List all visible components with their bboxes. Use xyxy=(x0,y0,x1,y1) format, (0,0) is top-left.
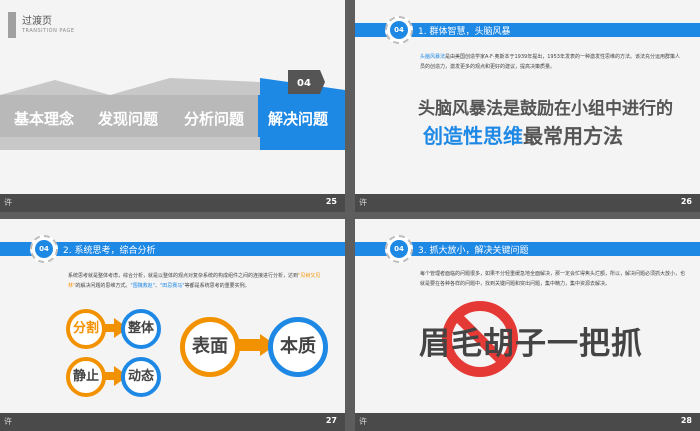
slide-28[interactable]: 3. 抓大放小，解决关键问题 04 每个管理者面临的问题很多，如果不分轻重缓急地… xyxy=(355,219,700,431)
label-solve-problem: 解决问题 xyxy=(268,110,329,128)
slide-27[interactable]: 2. 系统思考，综合分析 04 系统思考就是整体考虑，综合分析，就是以整体的观点… xyxy=(0,219,345,431)
big-slogan: 眉毛胡子一把抓 xyxy=(419,326,643,362)
footer-label: 许 xyxy=(359,198,367,207)
headline-dark: 最常用方法 xyxy=(523,124,623,148)
intro-paragraph: 系统思考就是整体考虑，综合分析，就是以整体的观点对复杂系统的构成组件之间的连接进… xyxy=(68,271,328,291)
headline-line-2: 创造性思维最常用方法 xyxy=(423,120,623,149)
slide-26[interactable]: 1. 群体智慧，头脑风暴 04 头脑风暴法是由美国创造学家A·F·奥斯本于193… xyxy=(355,0,700,212)
intro-highlight-2: "田忌赛马" xyxy=(159,283,185,289)
page-number: 25 xyxy=(325,197,337,206)
intro-text-d: 等都是系统思考的重要实例。 xyxy=(184,283,250,289)
slide-25[interactable]: 过渡页 TRANSITION PAGE 基本理念 发现问题 分析问题 解决问题 … xyxy=(0,0,345,212)
gear-icon: 04 xyxy=(385,235,413,263)
headline-line-1: 头脑风暴法是鼓励在小组中进行的 xyxy=(418,99,673,119)
transition-title: 过渡页 xyxy=(22,16,52,27)
label-basic-concept: 基本理念 xyxy=(14,110,75,128)
concept-essence: 本质 xyxy=(268,317,328,377)
slide-footer: 许 25 xyxy=(0,194,345,212)
concept-whole: 整体 xyxy=(121,309,161,349)
intro-paragraph: 头脑风暴法是由美国创造学家A·F·奥斯本于1939年提出，1953年发表的一种激… xyxy=(420,52,682,72)
intro-text-b: 的解决问题的思维方式。 xyxy=(75,283,131,289)
page-number: 28 xyxy=(680,416,692,425)
slide-footer: 许 28 xyxy=(355,413,700,431)
footer-label: 许 xyxy=(359,417,367,426)
headline-blue: 创造性思维 xyxy=(423,124,523,148)
footer-label: 许 xyxy=(4,198,12,207)
section-number-badge: 04 xyxy=(297,78,311,89)
concept-split: 分割 xyxy=(66,309,106,349)
intro-paragraph: 每个管理者面临的问题很多，如果不分轻重缓急地全面解决，那一定会忙得焦头烂额，所以… xyxy=(420,271,686,287)
concept-static: 静止 xyxy=(66,357,106,397)
label-analyze-problem: 分析问题 xyxy=(184,110,245,128)
intro-text: 是由美国创造学家A·F·奥斯本于1939年提出，1953年发表的一种激发性思维的… xyxy=(420,54,680,70)
badge-number: 04 xyxy=(35,240,53,258)
transition-subtitle: TRANSITION PAGE xyxy=(22,28,75,34)
badge-number: 04 xyxy=(390,240,408,258)
concept-surface: 表面 xyxy=(180,317,240,377)
gear-icon: 04 xyxy=(385,16,413,44)
slide-footer: 许 26 xyxy=(355,194,700,212)
gear-icon: 04 xyxy=(30,235,58,263)
slide-footer: 许 27 xyxy=(0,413,345,431)
concept-dynamic: 动态 xyxy=(121,357,161,397)
header-title: 3. 抓大放小，解决关键问题 xyxy=(418,246,529,256)
intro-highlight-1: "围魏救赵" xyxy=(130,283,155,289)
header-title: 2. 系统思考，综合分析 xyxy=(63,246,156,256)
badge-number: 04 xyxy=(390,21,408,39)
footer-label: 许 xyxy=(4,417,12,426)
page-number: 26 xyxy=(680,197,692,206)
intro-text-a: 系统思考就是整体考虑，综合分析，就是以整体的观点对复杂系统的构成组件之间的连接进… xyxy=(68,273,299,279)
intro-highlight: 头脑风暴法 xyxy=(420,54,446,60)
label-find-problem: 发现问题 xyxy=(98,110,159,128)
page-number: 27 xyxy=(325,416,337,425)
header-title: 1. 群体智慧，头脑风暴 xyxy=(418,27,511,37)
transition-marker xyxy=(8,12,16,38)
